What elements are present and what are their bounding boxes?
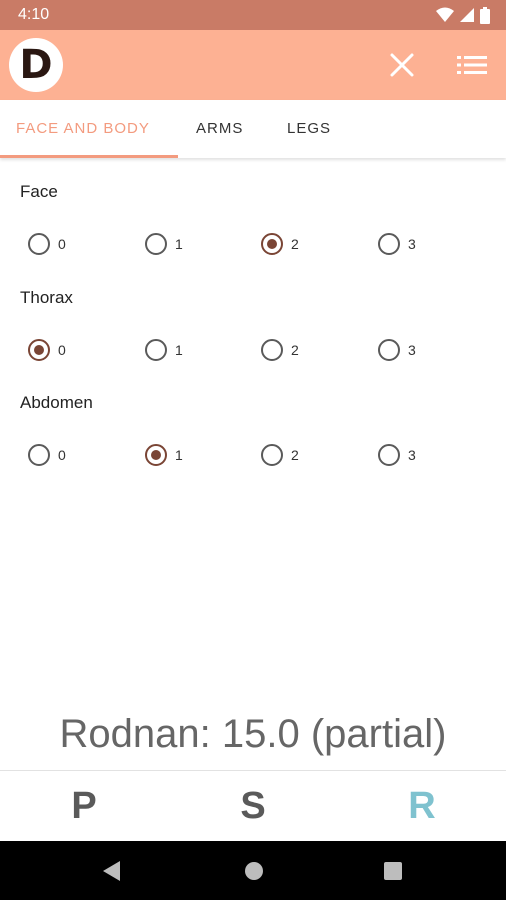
radio-circle <box>378 339 400 361</box>
radio-face-0[interactable]: 0 <box>28 229 66 259</box>
bottom-nav-p[interactable]: P <box>0 771 168 841</box>
radio-circle <box>145 233 167 255</box>
tab-face-and-body[interactable]: FACE AND BODY <box>16 100 150 158</box>
tab-legs[interactable]: LEGS <box>287 100 331 158</box>
list-menu-button[interactable] <box>454 47 490 83</box>
radio-abdomen-2[interactable]: 2 <box>261 440 299 470</box>
radio-label: 2 <box>291 447 299 463</box>
radio-circle <box>28 233 50 255</box>
section-label-face: Face <box>20 182 58 201</box>
radio-circle <box>28 339 50 361</box>
radio-thorax-3[interactable]: 3 <box>378 335 416 365</box>
radio-label: 1 <box>175 236 183 252</box>
radio-circle <box>145 444 167 466</box>
radio-circle <box>378 444 400 466</box>
signal-icon <box>460 8 474 22</box>
radio-circle <box>261 444 283 466</box>
bottom-nav-r[interactable]: R <box>338 771 506 841</box>
close-button[interactable] <box>384 47 420 83</box>
tab-bar: FACE AND BODY ARMS LEGS <box>0 100 506 158</box>
radio-abdomen-0[interactable]: 0 <box>28 440 66 470</box>
radio-face-2[interactable]: 2 <box>261 229 299 259</box>
status-icons <box>436 6 490 24</box>
radio-face-3[interactable]: 3 <box>378 229 416 259</box>
radio-label: 2 <box>291 342 299 358</box>
radio-circle <box>261 233 283 255</box>
radio-label: 3 <box>408 342 416 358</box>
radio-label: 0 <box>58 236 66 252</box>
section-label-abdomen: Abdomen <box>20 393 93 412</box>
system-nav-bar <box>0 841 506 900</box>
radio-face-1[interactable]: 1 <box>145 229 183 259</box>
radio-label: 3 <box>408 236 416 252</box>
radio-label: 3 <box>408 447 416 463</box>
radio-thorax-1[interactable]: 1 <box>145 335 183 365</box>
radio-label: 1 <box>175 342 183 358</box>
wifi-icon <box>436 7 454 22</box>
radio-label: 2 <box>291 236 299 252</box>
active-tab-indicator <box>0 155 178 158</box>
logo-letter: D <box>19 42 53 88</box>
home-icon <box>245 862 263 880</box>
recents-icon <box>384 862 402 880</box>
recents-button[interactable] <box>383 861 403 881</box>
close-icon <box>390 53 414 77</box>
bottom-nav: P S R <box>0 770 506 841</box>
tab-arms[interactable]: ARMS <box>196 100 243 158</box>
radio-thorax-2[interactable]: 2 <box>261 335 299 365</box>
app-logo: D <box>9 38 63 92</box>
bottom-nav-s[interactable]: S <box>169 771 337 841</box>
status-time: 4:10 <box>18 6 50 23</box>
radio-circle <box>145 339 167 361</box>
list-icon <box>457 56 487 74</box>
radio-circle <box>28 444 50 466</box>
status-bar: 4:10 <box>0 0 506 30</box>
app-bar: D <box>0 30 506 100</box>
radio-label: 0 <box>58 447 66 463</box>
radio-abdomen-1[interactable]: 1 <box>145 440 183 470</box>
radio-circle <box>378 233 400 255</box>
home-button[interactable] <box>243 860 265 882</box>
radio-thorax-0[interactable]: 0 <box>28 335 66 365</box>
section-label-thorax: Thorax <box>20 288 73 307</box>
radio-circle <box>261 339 283 361</box>
radio-abdomen-3[interactable]: 3 <box>378 440 416 470</box>
radio-label: 1 <box>175 447 183 463</box>
battery-icon <box>480 6 490 24</box>
back-button[interactable] <box>100 859 124 883</box>
back-icon <box>103 861 120 881</box>
rodnan-score: Rodnan: 15.0 (partial) <box>59 712 447 756</box>
radio-label: 0 <box>58 342 66 358</box>
